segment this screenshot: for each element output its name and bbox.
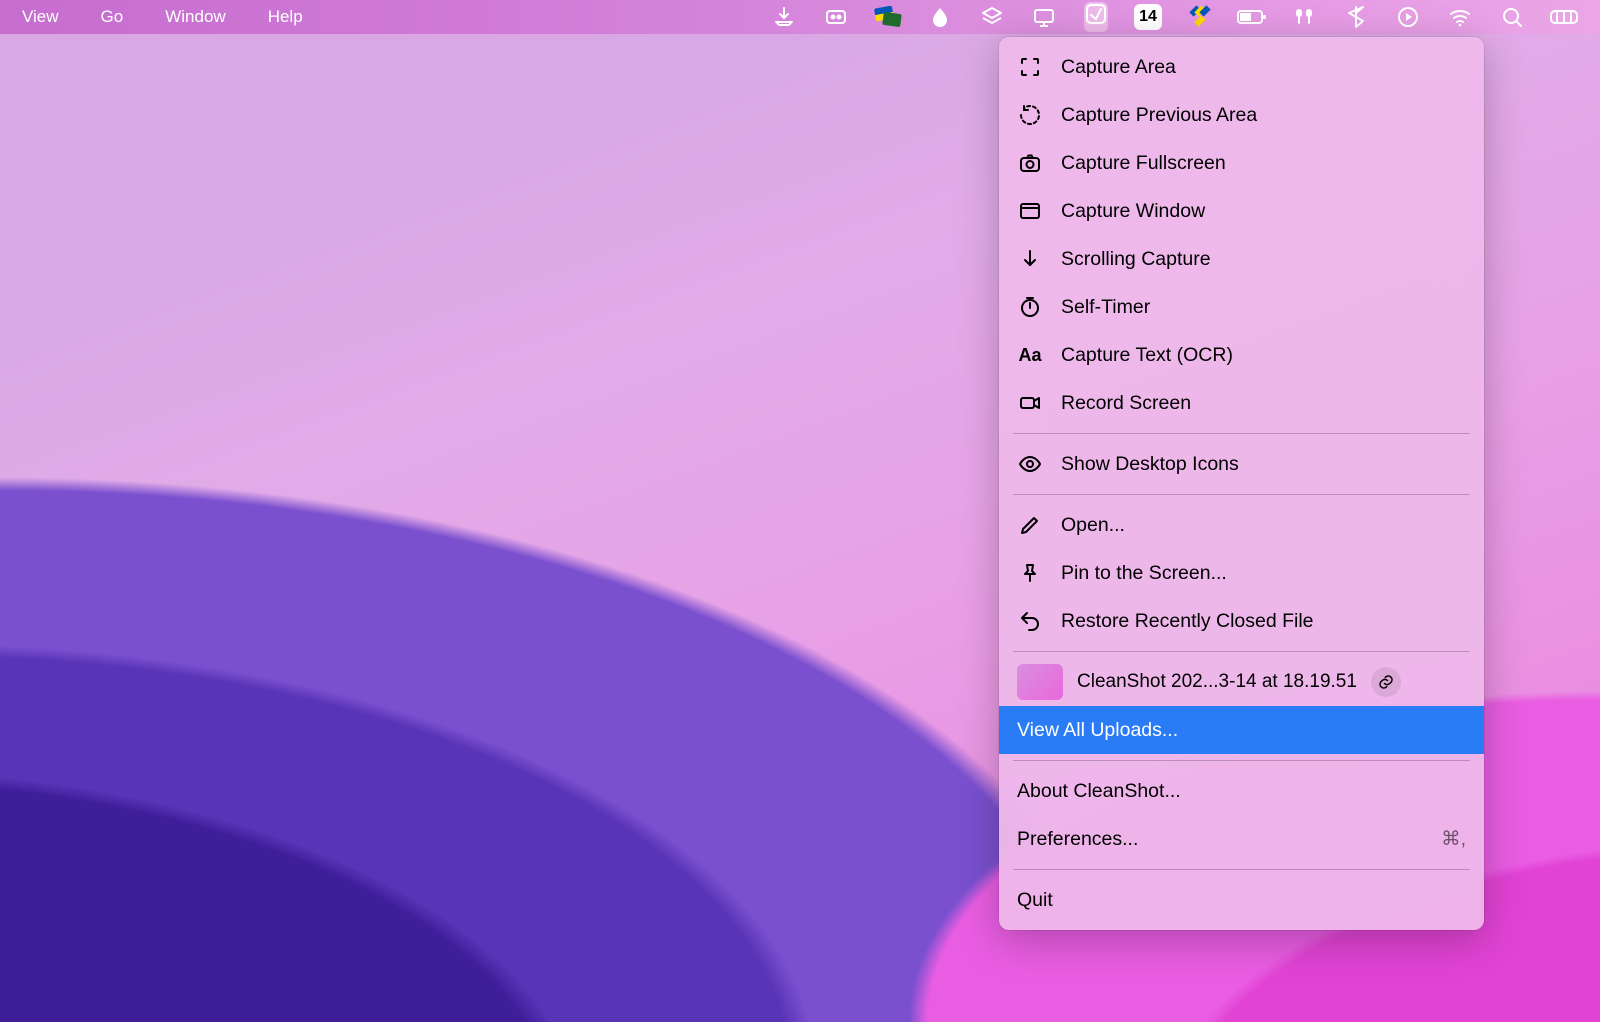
menu-capture-area-label: Capture Area [1061,51,1466,83]
menu-restore-recently-closed-label: Restore Recently Closed File [1061,605,1466,637]
media-icon[interactable] [810,0,862,34]
stack-icon[interactable] [966,0,1018,34]
link-icon[interactable] [1371,667,1401,697]
thumbnail-icon [1017,664,1063,700]
separator [1013,494,1470,495]
menu-capture-text-ocr[interactable]: Aa Capture Text (OCR) [999,331,1484,379]
display-icon[interactable] [1018,0,1070,34]
battery-icon[interactable] [1226,0,1278,34]
text-aa-icon: Aa [1017,342,1043,368]
separator [1013,869,1470,870]
airpods-icon[interactable] [1278,0,1330,34]
calendar-icon[interactable]: 14 [1122,0,1174,34]
menubar: View Go Window Help [0,0,1600,34]
pencil-icon [1017,512,1043,538]
capture-area-icon [1017,54,1043,80]
menu-capture-area[interactable]: Capture Area [999,43,1484,91]
menu-show-desktop-icons-label: Show Desktop Icons [1061,448,1466,480]
menu-window[interactable]: Window [155,0,235,34]
menu-open[interactable]: Open... [999,501,1484,549]
menu-capture-previous-area-label: Capture Previous Area [1061,99,1466,131]
play-circle-icon[interactable] [1382,0,1434,34]
video-icon [1017,390,1043,416]
cleanshot-icon[interactable] [1070,0,1122,34]
camera-icon [1017,150,1043,176]
menu-go[interactable]: Go [91,0,134,34]
undo-icon [1017,608,1043,634]
menu-preferences-shortcut: ⌘, [1441,823,1466,855]
menu-scrolling-capture[interactable]: Scrolling Capture [999,235,1484,283]
control-center-icon[interactable] [1538,0,1590,34]
menu-pin-to-screen[interactable]: Pin to the Screen... [999,549,1484,597]
menu-self-timer-label: Self-Timer [1061,291,1466,323]
bluetooth-icon[interactable] [1330,0,1382,34]
eye-icon [1017,451,1043,477]
cleanshot-dropdown: Capture Area Capture Previous Area Captu… [999,37,1484,930]
menubar-left: View Go Window Help [0,0,313,34]
menu-help[interactable]: Help [258,0,313,34]
menu-quit-label: Quit [1017,884,1466,916]
menu-record-screen[interactable]: Record Screen [999,379,1484,427]
spotlight-icon[interactable] [1486,0,1538,34]
menu-show-desktop-icons[interactable]: Show Desktop Icons [999,440,1484,488]
menu-capture-window-label: Capture Window [1061,195,1466,227]
menu-pin-to-screen-label: Pin to the Screen... [1061,557,1466,589]
menu-recent-upload-label: CleanShot 202...3-14 at 18.19.51 [1077,671,1357,693]
separator [1013,651,1470,652]
menu-about-cleanshot-label: About CleanShot... [1017,775,1466,807]
menu-capture-window[interactable]: Capture Window [999,187,1484,235]
menu-about-cleanshot[interactable]: About CleanShot... [999,767,1484,815]
drop-icon[interactable] [914,0,966,34]
menu-capture-fullscreen[interactable]: Capture Fullscreen [999,139,1484,187]
menu-preferences-label: Preferences... [1017,823,1423,855]
capture-previous-icon [1017,102,1043,128]
menu-quit[interactable]: Quit [999,876,1484,924]
arrow-down-icon [1017,246,1043,272]
pin-icon [1017,560,1043,586]
menu-capture-previous-area[interactable]: Capture Previous Area [999,91,1484,139]
wifi-icon[interactable] [1434,0,1486,34]
flags-icon[interactable] [862,0,914,34]
separator [1013,760,1470,761]
menu-preferences[interactable]: Preferences... ⌘, [999,815,1484,863]
window-icon [1017,198,1043,224]
timer-icon [1017,294,1043,320]
menu-view-all-uploads[interactable]: View All Uploads... [999,706,1484,754]
menubar-right: 14 [758,0,1600,34]
menu-capture-fullscreen-label: Capture Fullscreen [1061,147,1466,179]
menu-view-all-uploads-label: View All Uploads... [1017,714,1466,746]
menu-scrolling-capture-label: Scrolling Capture [1061,243,1466,275]
menu-open-label: Open... [1061,509,1466,541]
ukraine-flag-icon[interactable] [1174,0,1226,34]
menu-restore-recently-closed[interactable]: Restore Recently Closed File [999,597,1484,645]
menu-view[interactable]: View [12,0,69,34]
download-icon[interactable] [758,0,810,34]
menu-capture-text-ocr-label: Capture Text (OCR) [1061,339,1466,371]
separator [1013,433,1470,434]
menu-recent-upload[interactable]: CleanShot 202...3-14 at 18.19.51 [999,658,1484,706]
menu-record-screen-label: Record Screen [1061,387,1466,419]
menu-self-timer[interactable]: Self-Timer [999,283,1484,331]
